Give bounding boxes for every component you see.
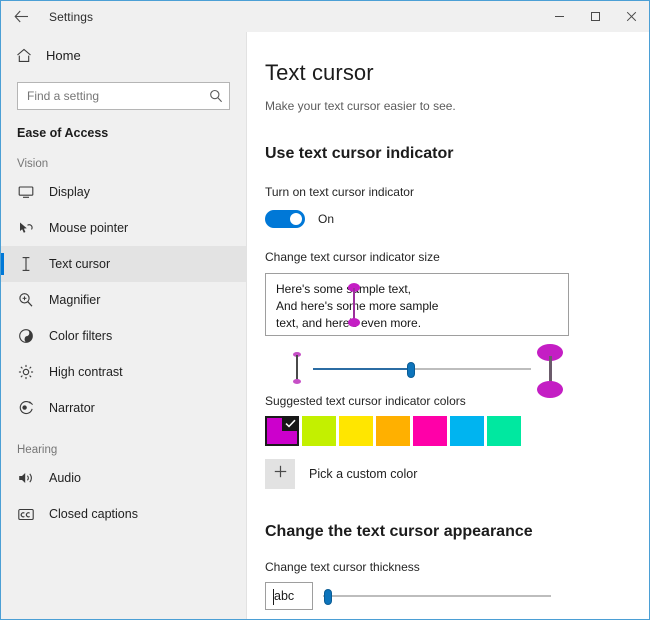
sidebar-group-heading-hearing: Hearing	[17, 444, 58, 456]
minimize-button[interactable]	[541, 1, 577, 32]
toggle-state-label: On	[318, 212, 335, 226]
thickness-row: abc	[265, 582, 649, 610]
plus-icon	[273, 464, 288, 484]
maximize-icon	[590, 11, 601, 22]
small-cap-bottom	[293, 379, 301, 384]
sidebar-item-high-contrast[interactable]: High contrast	[1, 354, 246, 390]
magnifier-icon	[17, 291, 35, 309]
thickness-caption: Change text cursor thickness	[265, 560, 420, 574]
sidebar-item-magnifier[interactable]: Magnifier	[1, 282, 246, 318]
custom-color-row[interactable]: Pick a custom color	[265, 459, 649, 489]
mouse-pointer-icon	[17, 219, 35, 237]
title-bar: Settings	[1, 1, 649, 32]
sidebar-item-label: High contrast	[49, 365, 123, 379]
cursor-cap-bottom	[348, 318, 360, 327]
maximize-button[interactable]	[577, 1, 613, 32]
color-swatch-list	[265, 416, 649, 446]
thickness-preview-box: abc	[265, 582, 313, 610]
high-contrast-icon	[17, 363, 35, 381]
text-cursor-indicator-preview	[348, 283, 360, 327]
narrator-icon	[17, 399, 35, 417]
thickness-caret	[273, 589, 274, 605]
sidebar-item-narrator[interactable]: Narrator	[1, 390, 246, 426]
sidebar-item-label: Color filters	[49, 329, 113, 343]
sidebar-item-home[interactable]: Home	[1, 38, 246, 72]
section-heading-indicator: Use text cursor indicator	[265, 145, 454, 162]
thickness-slider-track[interactable]	[323, 595, 551, 597]
color-swatch-cyan[interactable]	[450, 416, 484, 446]
search-wrapper	[1, 72, 246, 110]
colors-caption: Suggested text cursor indicator colors	[265, 394, 466, 408]
custom-color-label: Pick a custom color	[309, 467, 418, 481]
size-preview-small	[293, 352, 301, 384]
small-stem	[296, 355, 298, 381]
sidebar-item-color-filters[interactable]: Color filters	[1, 318, 246, 354]
sample-line: And here's some more sample	[276, 299, 439, 313]
size-slider-fill	[313, 368, 412, 370]
close-button[interactable]	[613, 1, 649, 32]
sidebar-item-label: Text cursor	[49, 257, 111, 271]
sidebar-item-label: Audio	[49, 471, 81, 485]
sidebar-item-label: Narrator	[49, 401, 95, 415]
text-cursor-icon	[17, 255, 35, 273]
monitor-icon	[17, 183, 35, 201]
audio-icon	[17, 469, 35, 487]
cursor-stem	[353, 288, 355, 322]
color-filters-icon	[17, 327, 35, 345]
search-box[interactable]	[17, 82, 230, 110]
color-swatch-yellow[interactable]	[339, 416, 373, 446]
sample-line: Here's some sample text,	[276, 282, 412, 296]
size-caption: Change text cursor indicator size	[265, 250, 440, 264]
sidebar-item-label: Display	[49, 185, 90, 199]
page-title: Text cursor	[265, 60, 374, 85]
toggle-knob	[290, 213, 302, 225]
thickness-preview-text: abc	[274, 589, 295, 603]
size-slider-thumb[interactable]	[407, 362, 416, 378]
sidebar-group-heading-vision: Vision	[17, 158, 49, 170]
page-subtitle: Make your text cursor easier to see.	[265, 99, 456, 113]
home-label: Home	[46, 47, 81, 63]
sidebar-item-text-cursor[interactable]: Text cursor	[1, 246, 246, 282]
sample-text-preview: Here's some sample text, And here's some…	[265, 273, 569, 336]
large-cap-bottom	[537, 381, 563, 398]
thickness-slider-thumb[interactable]	[323, 589, 332, 605]
toggle-row: On	[265, 210, 649, 228]
section-heading-appearance: Change the text cursor appearance	[265, 523, 533, 540]
minimize-icon	[554, 11, 565, 22]
toggle-caption: Turn on text cursor indicator	[265, 185, 414, 199]
back-button[interactable]	[1, 1, 41, 32]
sidebar-item-closed-captions[interactable]: Closed captions	[1, 496, 246, 532]
back-arrow-icon	[13, 10, 29, 23]
color-swatch-spring-green[interactable]	[487, 416, 521, 446]
color-swatch-pink[interactable]	[413, 416, 447, 446]
size-preview-large	[537, 344, 563, 398]
close-icon	[626, 11, 637, 22]
window-controls	[541, 1, 649, 32]
main-content: Text cursor Make your text cursor easier…	[247, 32, 649, 619]
sidebar: Home Ease of Access Vision	[1, 32, 247, 619]
pick-custom-color-button[interactable]	[265, 459, 295, 489]
text-cursor-indicator-toggle[interactable]	[265, 210, 305, 228]
sidebar-item-display[interactable]: Display	[1, 174, 246, 210]
size-slider-row	[265, 344, 569, 398]
color-swatch-orange[interactable]	[376, 416, 410, 446]
sidebar-item-label: Mouse pointer	[49, 221, 129, 235]
settings-window: Settings Home Find a setting Ease of Acc…	[0, 0, 650, 620]
size-slider[interactable]	[313, 359, 531, 379]
app-title: Settings	[49, 9, 94, 24]
sidebar-category-title: Ease of Access	[17, 126, 109, 140]
color-swatch-yellow-green[interactable]	[302, 416, 336, 446]
sample-line: text, and here's even more.	[276, 316, 422, 330]
color-swatch-magenta[interactable]	[265, 416, 299, 446]
sidebar-item-label: Magnifier	[49, 293, 101, 307]
closed-captions-icon	[17, 505, 35, 523]
search-input[interactable]	[18, 83, 229, 109]
home-icon	[15, 46, 33, 64]
sidebar-item-label: Closed captions	[49, 507, 138, 521]
sidebar-item-audio[interactable]: Audio	[1, 460, 246, 496]
thickness-slider[interactable]	[323, 586, 551, 606]
search-icon[interactable]	[209, 89, 223, 103]
check-icon	[282, 416, 299, 431]
sidebar-item-mouse-pointer[interactable]: Mouse pointer	[1, 210, 246, 246]
